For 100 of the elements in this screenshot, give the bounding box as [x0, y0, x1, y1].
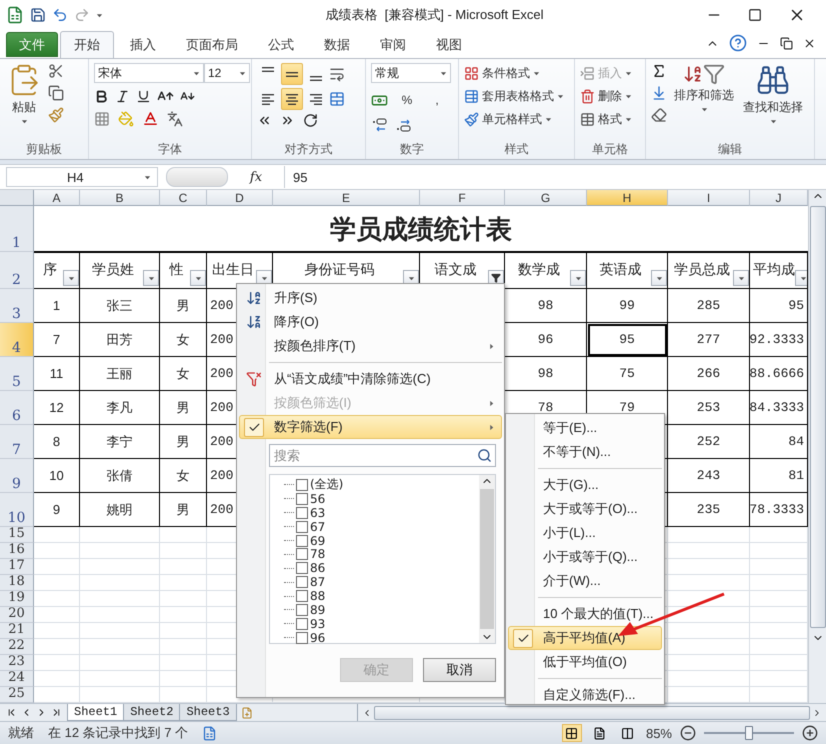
style-button[interactable]: 套用表格格式 — [464, 86, 564, 106]
first-sheet-icon[interactable] — [6, 707, 17, 718]
copy-icon[interactable] — [48, 85, 64, 101]
insert-sheet-icon[interactable] — [240, 706, 253, 718]
phonetic-icon[interactable] — [167, 110, 183, 126]
sheet-tab[interactable]: Sheet3 — [179, 704, 237, 721]
column-header[interactable]: J — [750, 190, 808, 206]
column-header[interactable]: A — [34, 190, 80, 206]
formula-divider-handle[interactable] — [166, 167, 228, 187]
brush-icon[interactable] — [48, 107, 64, 123]
row-header[interactable]: 21 — [0, 623, 34, 639]
insert-function-button[interactable]: fx — [236, 170, 276, 184]
row-header[interactable]: 4 — [0, 323, 34, 357]
file-tab[interactable]: 文件 — [6, 32, 58, 57]
row-header[interactable]: 18 — [0, 575, 34, 591]
style-button[interactable]: 条件格式 — [464, 63, 564, 83]
row-header[interactable]: 7 — [0, 425, 34, 459]
paste-button[interactable]: 粘贴 — [5, 63, 43, 141]
checkbox[interactable] — [296, 576, 308, 588]
ribbon-tab[interactable]: 插入 — [116, 31, 170, 58]
eraser-icon[interactable] — [651, 107, 667, 123]
ribbon-tab[interactable]: 开始 — [60, 31, 114, 58]
menu-item[interactable]: 小于(L)... — [508, 521, 662, 545]
style-button[interactable]: 单元格样式 — [464, 109, 564, 129]
percent-button[interactable]: % — [396, 89, 418, 111]
checkbox[interactable] — [296, 506, 308, 519]
menu-item[interactable]: 大于或等于(O)... — [508, 497, 662, 521]
find-select-button[interactable]: 查找和选择 — [741, 63, 805, 141]
italic-icon[interactable] — [115, 89, 130, 104]
row-header[interactable]: 20 — [0, 607, 34, 623]
row-header[interactable]: 1 — [0, 206, 34, 252]
vertical-scrollbar[interactable] — [808, 190, 826, 703]
dialog-button[interactable]: 取消 — [423, 658, 496, 682]
row-header[interactable]: 23 — [0, 655, 34, 671]
checkbox[interactable] — [296, 562, 308, 574]
column-header[interactable]: E — [273, 190, 420, 206]
last-sheet-icon[interactable] — [51, 707, 62, 718]
underline-icon[interactable] — [136, 89, 151, 104]
checkbox[interactable] — [296, 492, 308, 505]
undo-icon[interactable] — [52, 7, 68, 23]
sheet-tab[interactable]: Sheet2 — [123, 704, 180, 721]
column-header[interactable]: D — [207, 190, 273, 206]
orientation-icon[interactable] — [303, 113, 318, 128]
checkbox[interactable] — [296, 604, 308, 616]
menu-item[interactable]: 小于或等于(Q)... — [508, 545, 662, 569]
row-header[interactable]: 2 — [0, 252, 34, 289]
row-header[interactable]: 19 — [0, 591, 34, 607]
restore-icon[interactable] — [780, 36, 793, 50]
wrap-text-icon[interactable] — [329, 66, 345, 82]
row-header[interactable]: 10 — [0, 493, 34, 527]
sheet-tab[interactable]: Sheet1 — [67, 704, 124, 721]
menu-item[interactable]: 10 个最大的值(T)... — [508, 602, 662, 626]
merge-icon[interactable] — [329, 91, 345, 107]
zoom-level[interactable]: 85% — [646, 726, 672, 740]
number-format-select[interactable]: 常规 — [371, 63, 451, 83]
name-box[interactable]: H4 — [6, 167, 158, 187]
checkbox[interactable] — [296, 520, 308, 533]
font-size-select[interactable]: 12 — [204, 63, 250, 83]
row-header[interactable]: 3 — [0, 289, 34, 323]
row-header[interactable]: 24 — [0, 671, 34, 687]
search-field[interactable]: 搜索 — [269, 444, 496, 467]
border-icon[interactable] — [94, 110, 110, 126]
column-header[interactable]: F — [420, 190, 505, 206]
column-header[interactable]: B — [80, 190, 160, 206]
column-header[interactable]: C — [160, 190, 207, 206]
row-header[interactable]: 17 — [0, 559, 34, 575]
cell-command-button[interactable]: 格式 — [580, 109, 632, 129]
checkbox[interactable] — [296, 618, 308, 630]
row-header[interactable]: 15 — [0, 527, 34, 543]
search-icon[interactable] — [477, 448, 492, 463]
cell-command-button[interactable]: 删除 — [580, 86, 632, 106]
ribbon-tab[interactable]: 公式 — [254, 31, 308, 58]
ribbon-tab[interactable]: 数据 — [310, 31, 364, 58]
ribbon-tab[interactable]: 审阅 — [366, 31, 420, 58]
checkbox[interactable] — [296, 632, 308, 644]
column-header[interactable]: G — [505, 190, 587, 206]
zoom-thumb[interactable] — [745, 726, 753, 740]
help-icon[interactable] — [729, 34, 747, 52]
formula-field[interactable]: 95 — [284, 166, 826, 188]
sort-filter-button[interactable]: 排序和筛选 — [672, 63, 736, 141]
comma-button[interactable]: , — [426, 89, 448, 111]
row-header[interactable]: 9 — [0, 459, 34, 493]
close-icon[interactable] — [803, 36, 816, 50]
fill-color-icon[interactable] — [118, 110, 134, 126]
fill-down-icon[interactable] — [651, 85, 667, 101]
menu-item[interactable]: 介于(W)... — [508, 569, 662, 593]
scissors-icon[interactable] — [48, 63, 64, 79]
row-header[interactable]: 25 — [0, 687, 34, 703]
filter-button[interactable] — [795, 270, 807, 286]
checkbox[interactable] — [296, 590, 308, 602]
menu-item[interactable]: 低于平均值(O) — [508, 650, 662, 674]
font-color-icon[interactable] — [142, 110, 159, 127]
align-button[interactable] — [281, 63, 303, 85]
ribbon-tab[interactable]: 视图 — [422, 31, 476, 58]
row-header[interactable]: 6 — [0, 391, 34, 425]
checkbox[interactable] — [296, 548, 308, 560]
column-header[interactable]: I — [668, 190, 750, 206]
row-header[interactable]: 22 — [0, 639, 34, 655]
zoom-out-icon[interactable] — [680, 725, 696, 741]
list-scrollbar[interactable] — [479, 475, 495, 643]
